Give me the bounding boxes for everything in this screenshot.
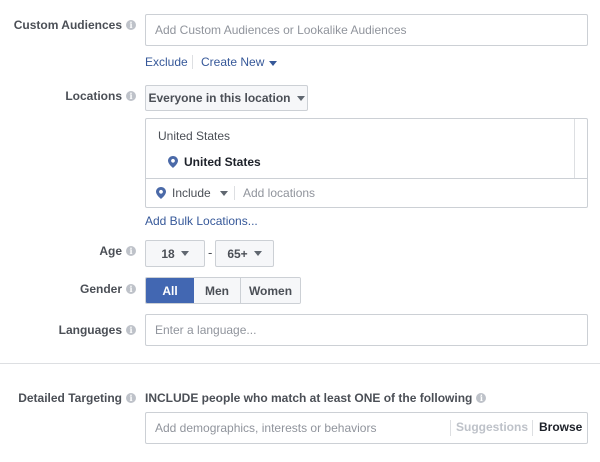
chevron-down-icon [180, 251, 189, 256]
create-new-dropdown[interactable]: Create New [201, 55, 278, 69]
age-max-dropdown[interactable]: 65+ [215, 240, 274, 267]
info-icon[interactable]: i [126, 20, 136, 30]
exclude-link[interactable]: Exclude [145, 55, 188, 69]
location-pin-icon [168, 156, 178, 168]
info-icon[interactable]: i [126, 393, 136, 403]
age-separator: - [208, 245, 213, 260]
suggestions-divider [450, 420, 451, 436]
locations-scrollbar[interactable] [574, 119, 575, 178]
gender-option-women[interactable]: Women [241, 278, 300, 303]
gender-selector: All Men Women [145, 277, 301, 304]
age-min-value: 18 [161, 246, 175, 261]
info-icon[interactable]: i [476, 393, 487, 403]
chevron-down-icon [219, 190, 228, 196]
create-new-label: Create New [201, 55, 265, 69]
add-bulk-locations-link[interactable]: Add Bulk Locations... [145, 214, 258, 228]
info-icon[interactable]: i [126, 325, 136, 335]
gender-option-men[interactable]: Men [194, 278, 241, 303]
suggestions-button[interactable]: Suggestions [456, 420, 528, 434]
languages-placeholder: Enter a language... [155, 323, 257, 337]
section-divider [0, 363, 600, 364]
add-locations-placeholder: Add locations [243, 186, 316, 200]
selected-location-label: United States [184, 155, 261, 169]
info-icon[interactable]: i [126, 91, 136, 101]
gender-label: Gender i [80, 282, 136, 296]
link-divider [192, 55, 193, 69]
detailed-targeting-description: INCLUDE people who match at least ONE of… [145, 391, 487, 405]
locations-box: United States United States Include Add … [145, 118, 588, 208]
age-min-dropdown[interactable]: 18 [145, 240, 205, 267]
custom-audiences-placeholder: Add Custom Audiences or Lookalike Audien… [155, 23, 407, 37]
detailed-targeting-label: Detailed Targeting i [18, 391, 136, 405]
chevron-down-icon [296, 95, 305, 101]
location-type-dropdown[interactable]: Everyone in this location [145, 85, 308, 111]
locations-group-title: United States [158, 129, 231, 143]
detailed-targeting-placeholder: Add demographics, interests or behaviors [155, 421, 377, 435]
locations-divider [146, 178, 587, 179]
age-max-value: 65+ [227, 246, 248, 261]
custom-audiences-input[interactable]: Add Custom Audiences or Lookalike Audien… [145, 14, 588, 46]
languages-label: Languages i [59, 323, 136, 337]
languages-input[interactable]: Enter a language... [145, 314, 588, 346]
location-type-label: Everyone in this location [148, 91, 291, 105]
include-divider [234, 186, 235, 200]
location-pin-icon [156, 187, 166, 199]
info-icon[interactable]: i [126, 246, 136, 256]
browse-divider [532, 420, 533, 436]
age-label: Age i [99, 244, 136, 258]
selected-location[interactable]: United States [168, 155, 261, 169]
include-dropdown[interactable]: Include [156, 186, 228, 200]
chevron-down-icon [269, 61, 278, 66]
include-label: Include [172, 186, 211, 200]
browse-button[interactable]: Browse [539, 420, 582, 434]
custom-audiences-label: Custom Audiences i [14, 18, 136, 32]
info-icon[interactable]: i [126, 284, 136, 294]
add-locations-input[interactable]: Add locations [243, 186, 315, 200]
chevron-down-icon [253, 251, 262, 256]
locations-label: Locations i [65, 89, 136, 103]
gender-option-all[interactable]: All [146, 278, 194, 303]
